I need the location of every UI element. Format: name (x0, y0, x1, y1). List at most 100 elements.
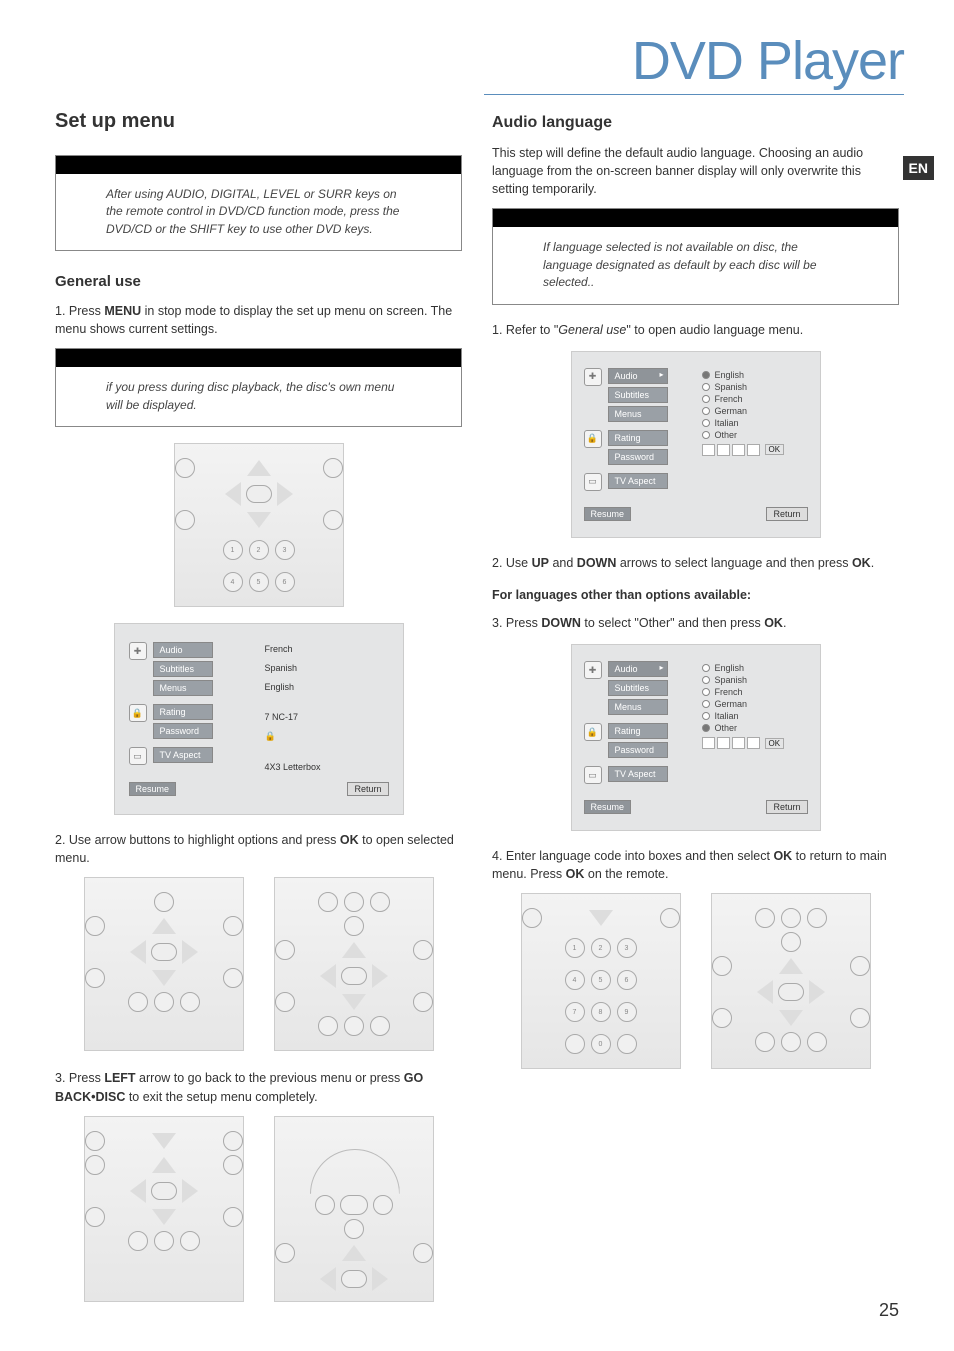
ok-button-icon (151, 1182, 177, 1200)
menu-item-subtitles: Subtitles (153, 661, 213, 677)
key-5: 5 (249, 572, 269, 592)
code-box (732, 737, 745, 749)
key-8: 8 (591, 1002, 611, 1022)
up-icon (779, 958, 803, 974)
up-label: UP (532, 556, 549, 570)
title-rule (484, 94, 904, 95)
remote-button (413, 1243, 433, 1263)
remote-illustration-ok-2: 123 (711, 893, 871, 1069)
code-entry: OK (702, 444, 808, 456)
text: arrow to go back to the previous menu or… (136, 1071, 404, 1085)
right-icon (809, 980, 825, 1004)
menu-resume-button: Resume (584, 800, 632, 814)
note-body: If language selected is not available on… (493, 227, 898, 303)
opt-english: English (715, 663, 745, 673)
remote-button (712, 956, 732, 976)
value-menus: English (265, 680, 389, 694)
ok-label: OK (764, 616, 783, 630)
remote-button (413, 992, 433, 1012)
text: 2. Use arrow buttons to highlight option… (55, 833, 340, 847)
remote-button (275, 940, 295, 960)
menu-item-password: Password (153, 723, 213, 739)
audio-menu-screenshot-other: ✚ Audio Subtitles Menus 🔒 Rating Passwor… (571, 644, 821, 831)
language-group-icon: ✚ (584, 661, 602, 679)
remote-illustration-arrows: 123 (84, 877, 244, 1051)
value-rating: 7 NC-17 (265, 710, 389, 724)
remote-button (660, 908, 680, 928)
menu-item-audio: Audio (153, 642, 213, 658)
remote-button (275, 992, 295, 1012)
other-languages-heading: For languages other than options availab… (492, 586, 899, 604)
lock-group-icon: 🔒 (584, 430, 602, 448)
note-bar (56, 156, 461, 174)
opt-italian: Italian (715, 711, 739, 721)
key-5: 5 (591, 970, 611, 990)
text: . (871, 556, 874, 570)
key-3: 3 (180, 1231, 200, 1251)
settings-menu-screenshot: ✚ Audio Subtitles Menus 🔒 Rating Passwor… (114, 623, 404, 815)
menu-item-password: Password (608, 742, 668, 758)
note-box-remote-keys: After using AUDIO, DIGITAL, LEVEL or SUR… (55, 155, 462, 251)
remote-button (223, 1207, 243, 1227)
ok-button-icon (246, 485, 272, 503)
remote-button (370, 892, 390, 912)
ok-button-icon (341, 967, 367, 985)
text: . (783, 616, 786, 630)
key-1: 1 (318, 1016, 338, 1036)
remote-button (154, 892, 174, 912)
key-4: 4 (223, 572, 243, 592)
tv-group-icon: ▭ (584, 473, 602, 491)
left-icon (757, 980, 773, 1004)
audio-step4: 4. Enter language code into boxes and th… (492, 847, 899, 883)
setup-menu-heading: Set up menu (55, 110, 462, 133)
remote-button (223, 916, 243, 936)
key-6: 6 (275, 572, 295, 592)
menu-item-tvaspect: TV Aspect (608, 766, 668, 782)
opt-french: French (715, 687, 743, 697)
key-3: 3 (180, 992, 200, 1012)
up-icon (342, 942, 366, 958)
down-icon (247, 512, 271, 528)
key-2: 2 (154, 1231, 174, 1251)
content-columns: Set up menu After using AUDIO, DIGITAL, … (55, 110, 899, 1320)
keypad: 123 456 (175, 536, 343, 596)
remote-button (323, 510, 343, 530)
text: " to open audio language menu. (626, 323, 803, 337)
audio-language-heading: Audio language (492, 114, 899, 132)
code-ok-button: OK (765, 738, 785, 749)
remote-button (175, 510, 195, 530)
remote-button (175, 458, 195, 478)
radio-icon (702, 676, 710, 684)
code-box (717, 444, 730, 456)
note-bar (493, 209, 898, 227)
up-icon (152, 918, 176, 934)
key-1: 1 (755, 1032, 775, 1052)
radio-icon (702, 700, 710, 708)
menu-item-password: Password (608, 449, 668, 465)
code-box (732, 444, 745, 456)
menu-return-button: Return (766, 800, 807, 814)
up-icon (247, 460, 271, 476)
remote-button (373, 1195, 393, 1215)
code-ok-button: OK (765, 444, 785, 455)
code-box (747, 737, 760, 749)
remote-arc-icon (294, 1133, 414, 1193)
code-box (717, 737, 730, 749)
remote-button (223, 1155, 243, 1175)
text: and (549, 556, 577, 570)
remote-button (850, 956, 870, 976)
key-1: 1 (223, 540, 243, 560)
menu-resume-button: Resume (129, 782, 177, 796)
language-badge: EN (903, 156, 934, 180)
value-password: 🔒 (265, 729, 389, 744)
ok-label: OK (773, 849, 792, 863)
note-box-disc-menu: if you press during disc playback, the d… (55, 348, 462, 427)
note-body: if you press during disc playback, the d… (56, 367, 461, 426)
menu-left: ✚ Audio Subtitles Menus 🔒 Rating Passwor… (129, 642, 253, 774)
left-icon (225, 482, 241, 506)
tv-group-icon: ▭ (129, 747, 147, 765)
radio-icon (702, 712, 710, 720)
menu-item-rating: Rating (608, 723, 668, 739)
radio-icon (702, 664, 710, 672)
key-7: 7 (565, 1002, 585, 1022)
